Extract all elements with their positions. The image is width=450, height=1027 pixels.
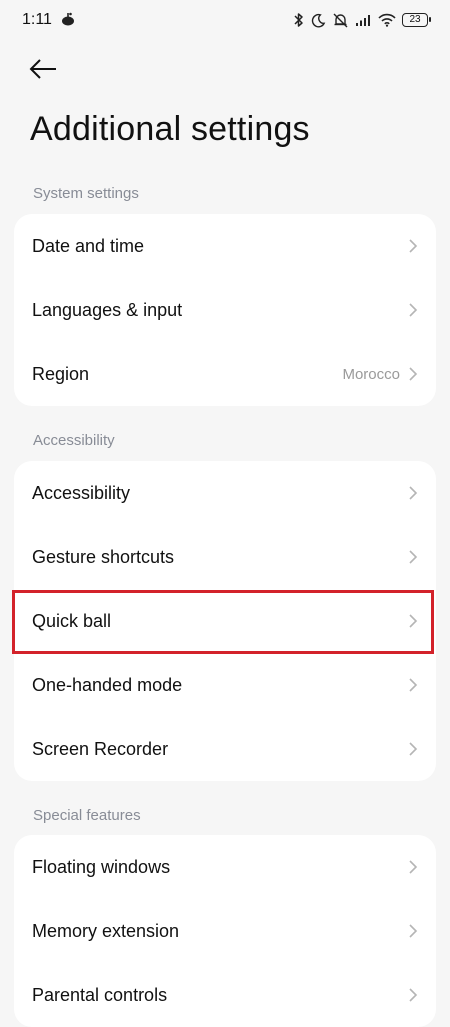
moon-icon (311, 13, 326, 28)
notification-app-icon (60, 11, 76, 27)
row-region[interactable]: Region Morocco (14, 342, 436, 406)
page-title: Additional settings (30, 110, 310, 148)
row-date-and-time[interactable]: Date and time (14, 214, 436, 278)
wifi-icon (378, 13, 396, 27)
chevron-right-icon (408, 366, 418, 382)
row-label: Quick ball (32, 610, 112, 631)
row-label: Date and time (32, 235, 145, 256)
row-label: Accessibility (32, 482, 131, 503)
row-label: Gesture shortcuts (32, 546, 175, 567)
chevron-right-icon (408, 677, 418, 693)
row-label: Parental controls (32, 984, 168, 1005)
section-header-system-settings: System settings (33, 185, 139, 202)
row-label: One-handed mode (32, 674, 183, 695)
card-special-features: Floating windows Memory extension Parent… (14, 835, 436, 1027)
row-memory-extension[interactable]: Memory extension (14, 899, 436, 963)
signal-icon (355, 13, 372, 27)
row-languages-input[interactable]: Languages & input (14, 278, 436, 342)
card-system-settings: Date and time Languages & input Region M… (14, 214, 436, 406)
row-quick-ball[interactable]: Quick ball (14, 589, 436, 653)
chevron-right-icon (408, 613, 418, 629)
section-header-special-features: Special features (33, 807, 141, 824)
bluetooth-icon (293, 12, 305, 28)
alarm-off-icon (332, 12, 349, 28)
status-icons: 23 (293, 10, 431, 30)
chevron-right-icon (408, 987, 418, 1003)
row-value-region: Morocco (342, 365, 400, 383)
card-accessibility: Accessibility Gesture shortcuts Quick ba… (14, 461, 436, 781)
status-time: 1:11 (22, 11, 52, 28)
chevron-right-icon (408, 859, 418, 875)
chevron-right-icon (408, 741, 418, 757)
chevron-right-icon (408, 923, 418, 939)
back-button[interactable] (28, 56, 64, 86)
row-label: Languages & input (32, 299, 183, 320)
chevron-right-icon (408, 238, 418, 254)
battery-icon: 23 (402, 13, 431, 27)
back-arrow-icon (28, 58, 58, 85)
row-accessibility[interactable]: Accessibility (14, 461, 436, 525)
row-parental-controls[interactable]: Parental controls (14, 963, 436, 1027)
row-label: Memory extension (32, 920, 180, 941)
row-label: Screen Recorder (32, 738, 169, 759)
row-one-handed-mode[interactable]: One-handed mode (14, 653, 436, 717)
row-screen-recorder[interactable]: Screen Recorder (14, 717, 436, 781)
row-floating-windows[interactable]: Floating windows (14, 835, 436, 899)
chevron-right-icon (408, 485, 418, 501)
row-label: Region (32, 363, 90, 384)
row-label: Floating windows (32, 856, 171, 877)
status-bar: 1:11 23 (0, 0, 450, 40)
row-gesture-shortcuts[interactable]: Gesture shortcuts (14, 525, 436, 589)
chevron-right-icon (408, 302, 418, 318)
section-header-accessibility: Accessibility (33, 432, 115, 449)
chevron-right-icon (408, 549, 418, 565)
